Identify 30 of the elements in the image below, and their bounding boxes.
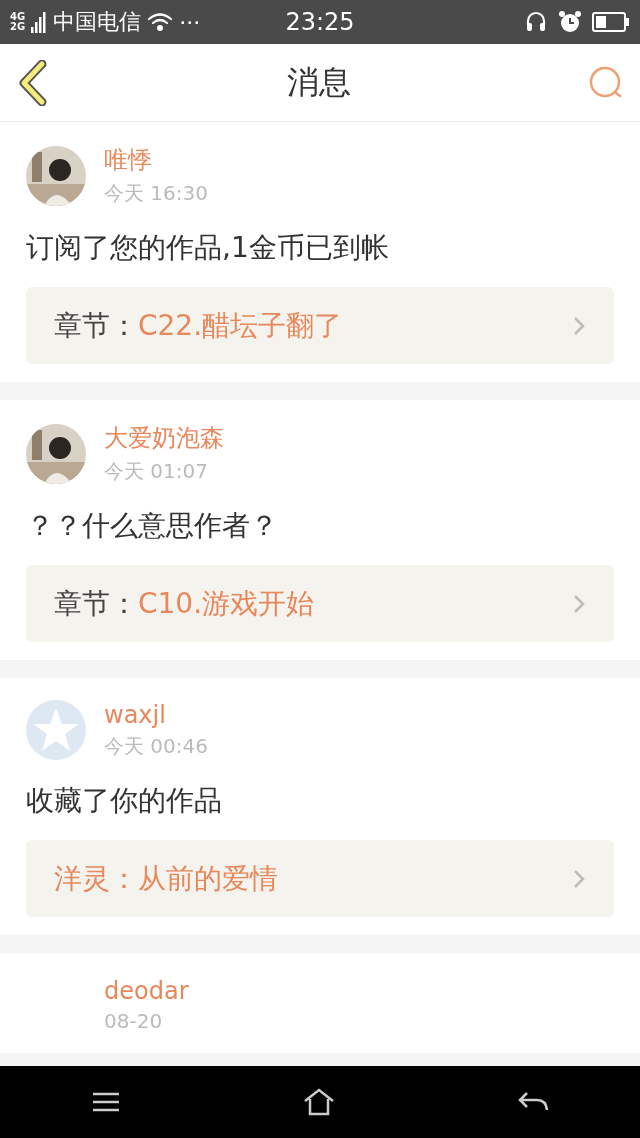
user-name[interactable]: waxjl bbox=[104, 700, 208, 729]
home-icon[interactable] bbox=[303, 1088, 335, 1116]
user-name[interactable]: 大爱奶泡森 bbox=[104, 422, 224, 454]
message-text: ？？什么意思作者？ bbox=[26, 508, 279, 544]
message-text: 收藏了你的作品 bbox=[26, 783, 223, 819]
alarm-icon bbox=[558, 10, 582, 34]
user-name[interactable]: deodar bbox=[104, 977, 189, 1005]
carrier-name: 中国电信 bbox=[53, 8, 142, 36]
message-time: 今天 00:46 bbox=[104, 732, 208, 760]
wifi-icon bbox=[147, 12, 174, 32]
message-time: 今天 01:07 bbox=[104, 458, 209, 485]
battery-icon bbox=[592, 12, 630, 32]
work-link[interactable]: 洋灵：从前的爱情 bbox=[26, 840, 614, 917]
message-text: 订阅了您的作品,1金币已到帐 bbox=[26, 230, 390, 266]
more-dots: ··· bbox=[179, 9, 201, 35]
headset-icon bbox=[524, 10, 548, 34]
network-label: 2G bbox=[10, 22, 26, 32]
menu-icon[interactable] bbox=[91, 1091, 121, 1113]
work-link[interactable]: 章节：C10.游戏开始 bbox=[26, 565, 614, 642]
message-time: 08-20 bbox=[104, 1009, 164, 1033]
message-time: 今天 16:30 bbox=[104, 180, 208, 207]
clock: 23:25 bbox=[285, 8, 355, 36]
signal-icon bbox=[31, 11, 48, 33]
chevron-right-icon bbox=[572, 867, 586, 890]
chevron-right-icon bbox=[572, 314, 586, 337]
user-name[interactable]: 唯悸 bbox=[104, 144, 208, 176]
network-label: 4G bbox=[10, 12, 26, 22]
chevron-right-icon bbox=[572, 592, 586, 615]
work-link[interactable]: 章节：C22.醋坛子翻了 bbox=[26, 287, 614, 364]
page-title: 消息 bbox=[287, 61, 351, 103]
